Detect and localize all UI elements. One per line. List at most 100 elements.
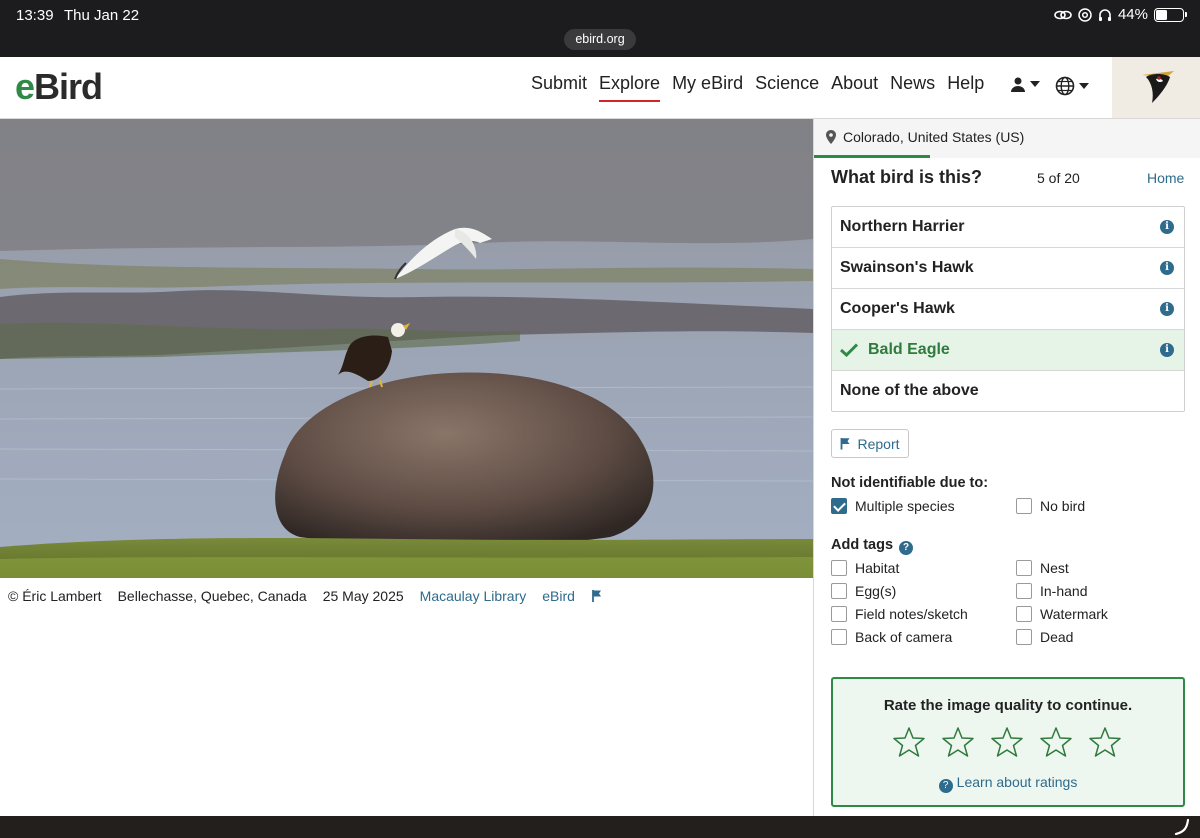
nav-submit[interactable]: Submit <box>531 73 587 102</box>
at-icon <box>1078 7 1092 22</box>
checkbox-label: Egg(s) <box>855 583 897 599</box>
account-menu-button[interactable] <box>1010 76 1040 92</box>
nav-about[interactable]: About <box>831 73 878 102</box>
tag-nest[interactable]: Nest <box>1016 560 1069 576</box>
quiz-question: What bird is this? <box>831 167 982 187</box>
rating-prompt: Rate the image quality to continue. <box>883 697 1133 714</box>
checkbox-label: Watermark <box>1040 606 1108 622</box>
status-bar: 13:39 Thu Jan 22 44% ebird.org <box>0 0 1200 57</box>
info-icon[interactable]: i <box>1160 302 1174 316</box>
choice-label: Swainson's Hawk <box>840 259 974 276</box>
language-menu-button[interactable] <box>1055 76 1089 96</box>
quiz-progress-bar <box>814 155 930 158</box>
checkbox-multiple-species[interactable]: Multiple species <box>831 498 955 514</box>
report-label: Report <box>857 435 900 452</box>
star-icon-5[interactable] <box>1089 726 1121 758</box>
checkbox-label: Nest <box>1040 560 1069 576</box>
quiz-location: Colorado, United States (US) <box>843 129 1025 145</box>
tag-back-of-camera[interactable]: Back of camera <box>831 629 952 645</box>
learn-about-ratings-link[interactable]: ? Learn about ratings <box>833 774 1183 793</box>
tag-in-hand[interactable]: In-hand <box>1016 583 1087 599</box>
star-icon-3[interactable] <box>991 726 1023 758</box>
checkbox[interactable] <box>1016 498 1032 514</box>
checkbox-label: In-hand <box>1040 583 1088 599</box>
user-icon <box>1011 77 1025 92</box>
rating-panel: Rate the image quality to continue. ? Lea… <box>831 677 1185 807</box>
help-icon: ? <box>938 779 953 793</box>
resize-handle-icon[interactable] <box>1174 819 1190 835</box>
checkbox[interactable] <box>831 606 847 622</box>
flag-icon[interactable] <box>591 589 603 603</box>
tag-dead[interactable]: Dead <box>1016 629 1073 645</box>
checkbox[interactable] <box>831 498 847 514</box>
chevron-down-icon <box>1079 83 1089 89</box>
ebird-link[interactable]: eBird <box>542 588 575 604</box>
battery-icon <box>1154 7 1187 22</box>
checkbox[interactable] <box>831 583 847 599</box>
location-bar[interactable]: Colorado, United States (US) <box>814 119 1200 158</box>
bird-photo <box>0 119 813 578</box>
star-rating <box>893 726 1121 758</box>
checkbox[interactable] <box>831 560 847 576</box>
choice-label: None of the above <box>840 382 979 399</box>
checkbox[interactable] <box>1016 629 1032 645</box>
checkbox-label: Back of camera <box>855 629 953 645</box>
checkbox[interactable] <box>1016 606 1032 622</box>
tag-eggs[interactable]: Egg(s) <box>831 583 896 599</box>
macaulay-library-link[interactable]: Macaulay Library <box>420 588 527 604</box>
main-nav: Submit Explore My eBird Science About Ne… <box>531 73 984 102</box>
checkbox-label: Habitat <box>855 560 900 576</box>
info-icon[interactable]: i <box>1160 343 1174 357</box>
map-pin-icon <box>826 130 836 144</box>
report-button[interactable]: Report <box>831 429 909 458</box>
tag-field-notes[interactable]: Field notes/sketch <box>831 606 968 622</box>
nav-science[interactable]: Science <box>755 73 819 102</box>
cornell-lab-logo[interactable] <box>1112 57 1200 118</box>
info-icon[interactable]: i <box>1160 261 1174 275</box>
choice-bald-eagle[interactable]: Bald Eagle i <box>832 330 1184 371</box>
star-icon-2[interactable] <box>942 726 974 758</box>
choice-coopers-hawk[interactable]: Cooper's Hawk i <box>832 289 1184 330</box>
checkbox-label: Multiple species <box>855 498 955 514</box>
headphones-icon <box>1098 8 1111 21</box>
battery-percent: 44% <box>1117 6 1148 23</box>
nav-news[interactable]: News <box>890 73 935 102</box>
globe-icon <box>1055 76 1075 96</box>
not-identifiable-label: Not identifiable due to: <box>831 475 989 491</box>
status-time: 13:39 <box>16 7 54 24</box>
star-icon-1[interactable] <box>893 726 925 758</box>
photographer: © Éric Lambert <box>8 588 102 604</box>
checkbox-no-bird[interactable]: No bird <box>1016 498 1085 514</box>
status-date: Thu Jan 22 <box>64 7 140 24</box>
photo-location: Bellechasse, Quebec, Canada <box>117 588 307 604</box>
checkmark-icon <box>840 343 858 357</box>
checkbox[interactable] <box>1016 583 1032 599</box>
home-link[interactable]: Home <box>1147 170 1184 186</box>
choice-northern-harrier[interactable]: Northern Harrier i <box>832 207 1184 248</box>
link-icon <box>1054 10 1072 19</box>
checkbox-label: No bird <box>1040 498 1086 514</box>
checkbox-label: Dead <box>1040 629 1074 645</box>
tag-habitat[interactable]: Habitat <box>831 560 899 576</box>
choice-swainsons-hawk[interactable]: Swainson's Hawk i <box>832 248 1184 289</box>
choice-label: Northern Harrier <box>840 218 965 235</box>
choice-none-of-the-above[interactable]: None of the above <box>832 371 1184 411</box>
checkbox[interactable] <box>1016 560 1032 576</box>
choice-label: Cooper's Hawk <box>840 300 955 317</box>
bottom-toolbar <box>0 816 1200 838</box>
nav-explore[interactable]: Explore <box>599 73 661 102</box>
checkbox[interactable] <box>831 629 847 645</box>
add-tags-label: Add tags? <box>831 537 914 555</box>
choice-label: Bald Eagle <box>868 341 950 358</box>
star-icon-4[interactable] <box>1040 726 1072 758</box>
nav-help[interactable]: Help <box>947 73 984 102</box>
tag-watermark[interactable]: Watermark <box>1016 606 1108 622</box>
url-bar[interactable]: ebird.org <box>564 29 636 50</box>
ebird-logo[interactable]: eBird <box>15 66 103 108</box>
nav-my-ebird[interactable]: My eBird <box>672 73 743 102</box>
help-icon[interactable]: ? <box>899 541 914 555</box>
info-icon[interactable]: i <box>1160 220 1174 234</box>
status-icons: 44% <box>1054 6 1187 23</box>
answer-choices: Northern Harrier i Swainson's Hawk i Coo… <box>831 206 1185 412</box>
flag-icon <box>841 438 850 450</box>
